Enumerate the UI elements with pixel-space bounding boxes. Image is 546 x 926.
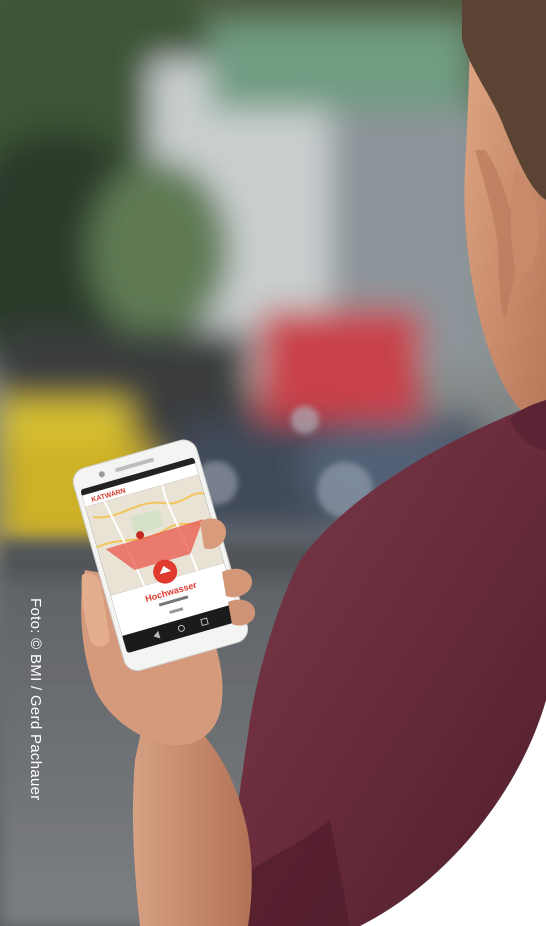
street-photo: KATWARN Hochwasser [0,0,546,926]
photo-credit: Foto: © BMI / Gerd Pachauer [27,598,44,801]
page: KATWARN Hochwasser Foto: © BMI / Gerd Pa… [0,0,546,926]
